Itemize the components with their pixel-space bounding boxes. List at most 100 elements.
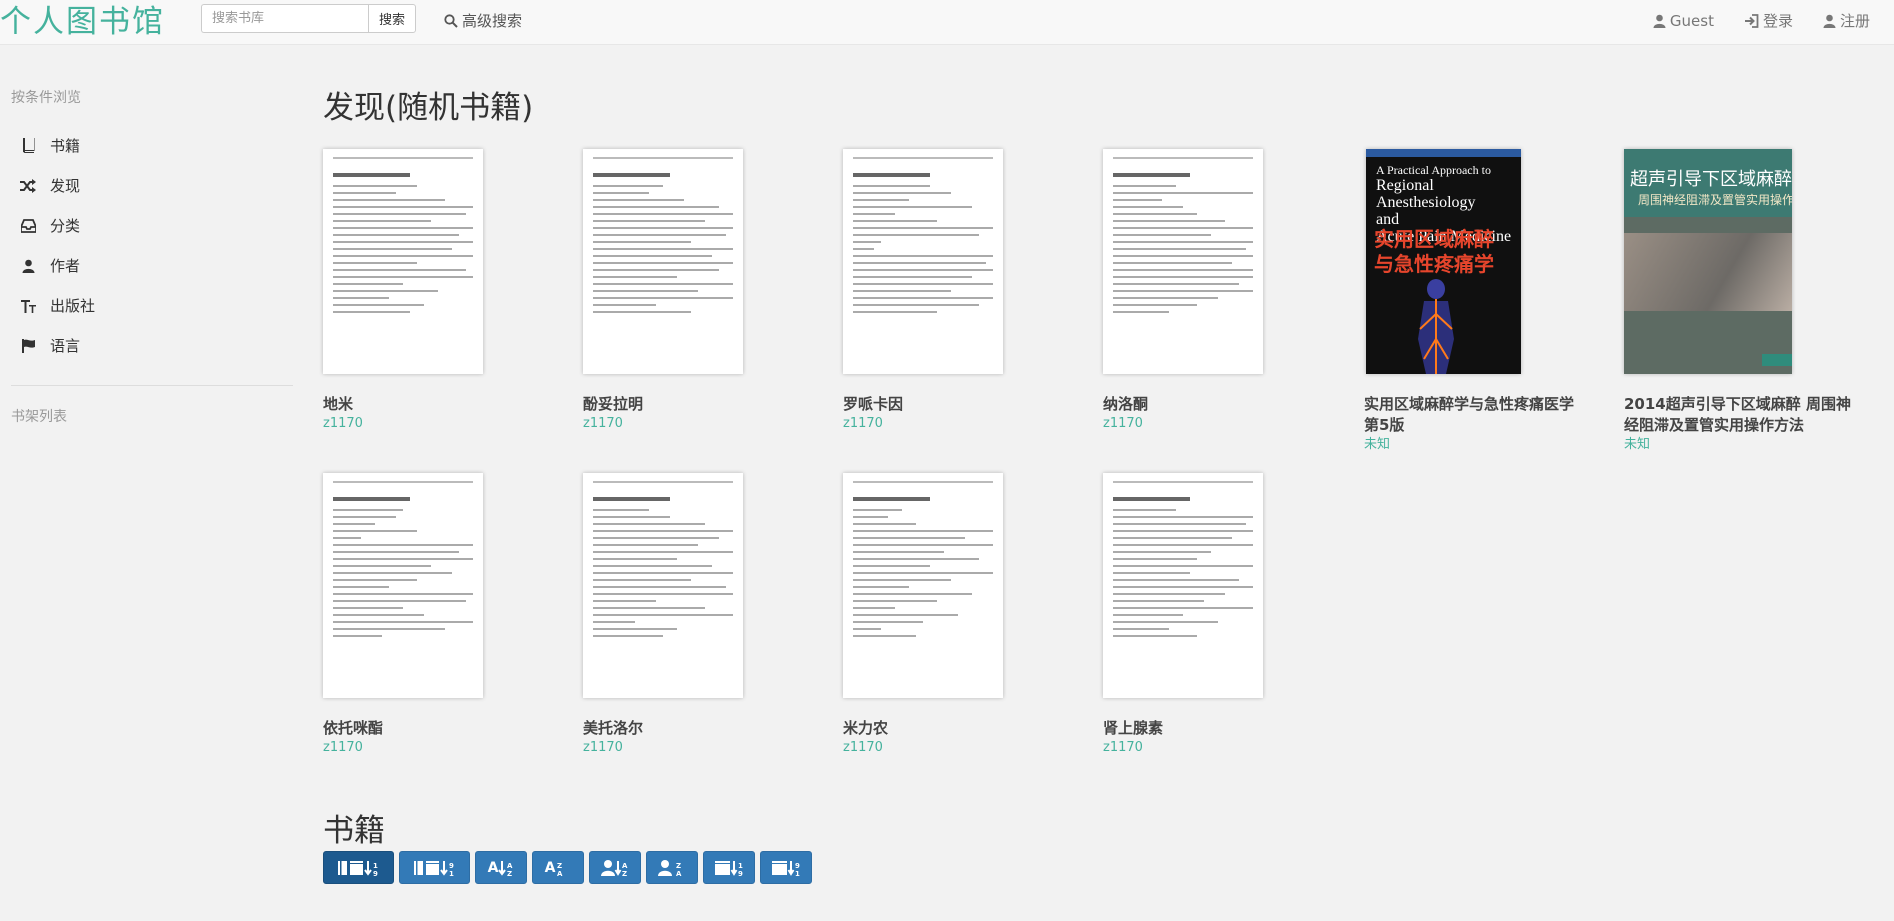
guest-label: Guest: [1669, 11, 1714, 30]
guest-link[interactable]: Guest: [1653, 10, 1714, 31]
register-link[interactable]: 注册: [1823, 10, 1870, 31]
svg-text:9: 9: [449, 862, 454, 870]
sidebar-item-books[interactable]: 书籍: [20, 135, 80, 156]
book-author[interactable]: 未知: [1364, 436, 1594, 454]
book-cover[interactable]: 超声引导下区域麻醉 周围神经阻滞及置管实用操作方法: [1624, 149, 1792, 374]
book-author[interactable]: z1170: [323, 415, 553, 433]
book-author[interactable]: z1170: [583, 739, 813, 757]
svg-text:1: 1: [449, 870, 454, 877]
search-form: 搜索: [201, 4, 417, 33]
sort-button-label: A: [544, 859, 556, 876]
book-author[interactable]: z1170: [583, 415, 813, 433]
cover-text: 超声引导下区域麻醉: [1630, 169, 1792, 190]
book-title[interactable]: 罗哌卡因: [843, 394, 1073, 415]
search-button[interactable]: 搜索: [368, 4, 417, 33]
sort-button-label: A: [487, 859, 499, 876]
sidebar-item-publisher[interactable]: 出版社: [20, 295, 95, 316]
sidebar-item-discover[interactable]: 发现: [20, 175, 80, 196]
book-card[interactable]: 酚妥拉明 z1170: [583, 149, 813, 433]
sort-pubdate-asc-icon: 19: [714, 859, 744, 877]
shelf-heading: 书架列表: [11, 409, 67, 425]
book-author[interactable]: z1170: [1103, 739, 1333, 757]
sort-author-asc-button[interactable]: AZ: [589, 851, 641, 884]
book-author[interactable]: z1170: [1103, 415, 1333, 433]
book-title[interactable]: 2014超声引导下区域麻醉 周围神经阻滞及置管实用操作方法: [1624, 394, 1854, 436]
book-title[interactable]: 纳洛酮: [1103, 394, 1333, 415]
sort-pubdate-desc-button[interactable]: 91: [760, 851, 812, 884]
book-card[interactable]: 美托洛尔 z1170: [583, 473, 813, 757]
sort-bar: 19 91 A AZ A ZA AZ ZA 1 9 9 1: [323, 851, 812, 884]
login-label: 登录: [1762, 12, 1793, 30]
book-card[interactable]: 肾上腺素 z1170: [1103, 473, 1333, 757]
nav-right: Guest 登录 注册: [1653, 10, 1894, 31]
sidebar: 按条件浏览 书籍 发现 分类 作者 出版社 语言 书架列表: [0, 46, 293, 921]
book-cover[interactable]: A Practical Approach to Regional Anesthe…: [1366, 149, 1521, 374]
search-icon: [444, 13, 458, 28]
book-author[interactable]: z1170: [843, 415, 1073, 433]
book-cover[interactable]: [323, 473, 483, 698]
book-cover[interactable]: [843, 149, 1003, 374]
svg-text:9: 9: [795, 862, 800, 870]
advanced-search-link[interactable]: 高级搜索: [444, 10, 522, 31]
sidebar-item-category[interactable]: 分类: [20, 215, 80, 236]
book-cover[interactable]: [1103, 473, 1263, 698]
book-card[interactable]: 罗哌卡因 z1170: [843, 149, 1073, 433]
book-card[interactable]: 地米 z1170: [323, 149, 553, 433]
random-icon: [20, 178, 36, 193]
user-icon: [1823, 14, 1836, 28]
book-author[interactable]: z1170: [323, 739, 553, 757]
book-title[interactable]: 酚妥拉明: [583, 394, 813, 415]
book-title[interactable]: 肾上腺素: [1103, 718, 1333, 739]
inbox-icon: [20, 218, 36, 233]
search-input[interactable]: [201, 4, 368, 33]
user-icon: [1653, 14, 1666, 28]
login-icon: [1744, 13, 1759, 28]
sort-alpha-desc-button[interactable]: A ZA: [532, 851, 584, 884]
book-title[interactable]: 米力农: [843, 718, 1073, 739]
sidebar-item-label: 书籍: [50, 137, 81, 155]
sort-newest-icon: 19: [337, 859, 381, 877]
book-card[interactable]: 纳洛酮 z1170: [1103, 149, 1333, 433]
book-title[interactable]: 地米: [323, 394, 553, 415]
sort-pubdate-desc-icon: 91: [771, 859, 801, 877]
sort-oldest-button[interactable]: 91: [399, 851, 470, 884]
cover-text: 与急性疼痛学: [1374, 252, 1494, 276]
book-cover[interactable]: [843, 473, 1003, 698]
book-cover[interactable]: [583, 149, 743, 374]
sort-alpha-desc-icon: ZA: [555, 859, 571, 877]
top-navbar: 个人图书馆 搜索 高级搜索 Guest 登录 注册: [0, 0, 1894, 45]
sort-alpha-asc-button[interactable]: A AZ: [475, 851, 527, 884]
book-author[interactable]: z1170: [843, 739, 1073, 757]
sidebar-item-label: 发现: [50, 177, 81, 195]
books-section-title: 书籍: [323, 813, 385, 849]
book-card[interactable]: 依托咪酯 z1170: [323, 473, 553, 757]
book-card[interactable]: A Practical Approach to Regional Anesthe…: [1364, 149, 1594, 454]
book-author[interactable]: 未知: [1624, 436, 1854, 454]
cover-text: 周围神经阻滞及置管实用操作方法: [1638, 193, 1792, 207]
svg-text:9: 9: [373, 870, 378, 877]
sort-oldest-icon: 91: [413, 859, 457, 877]
user-icon: [20, 259, 36, 273]
book-card[interactable]: 米力农 z1170: [843, 473, 1073, 757]
book-cover[interactable]: [323, 149, 483, 374]
sort-author-desc-button[interactable]: ZA: [646, 851, 698, 884]
sidebar-item-label: 分类: [50, 217, 81, 235]
sort-newest-button[interactable]: 19: [323, 851, 394, 884]
book-card[interactable]: 超声引导下区域麻醉 周围神经阻滞及置管实用操作方法 2014超声引导下区域麻醉 …: [1624, 149, 1854, 454]
svg-text:1: 1: [738, 862, 743, 870]
book-title[interactable]: 美托洛尔: [583, 718, 813, 739]
sidebar-item-label: 语言: [50, 337, 81, 355]
sort-pubdate-asc-button[interactable]: 19: [703, 851, 755, 884]
book-cover[interactable]: [1103, 149, 1263, 374]
book-cover[interactable]: [583, 473, 743, 698]
login-link[interactable]: 登录: [1744, 10, 1793, 31]
discover-title: 发现(随机书籍): [323, 90, 534, 126]
brand-logo[interactable]: 个人图书馆: [0, 0, 165, 41]
browse-heading: 按条件浏览: [11, 90, 81, 106]
sidebar-item-language[interactable]: 语言: [20, 335, 80, 356]
sort-author-desc-icon: ZA: [658, 859, 686, 877]
svg-text:A: A: [507, 862, 513, 870]
book-title[interactable]: 依托咪酯: [323, 718, 553, 739]
sidebar-item-author[interactable]: 作者: [20, 255, 80, 276]
book-title[interactable]: 实用区域麻醉学与急性疼痛医学 第5版: [1364, 394, 1594, 436]
